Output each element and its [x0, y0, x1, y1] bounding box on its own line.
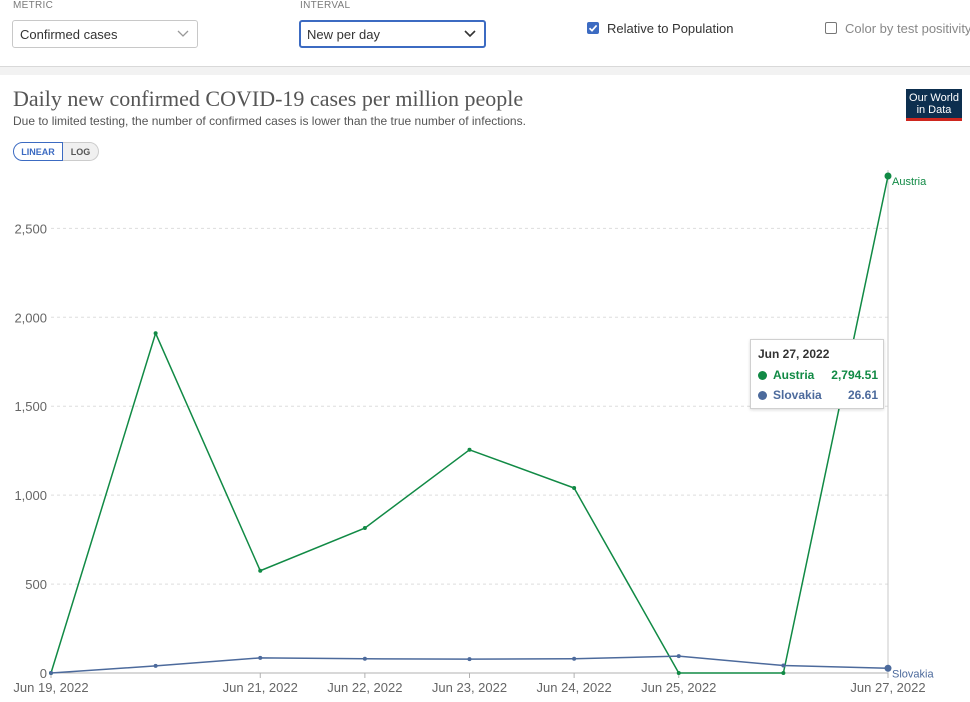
tooltip-series-name: Slovakia [773, 388, 822, 402]
slovakia-dot-icon [758, 391, 767, 400]
data-point-austria [362, 526, 367, 531]
data-point-austria [572, 486, 577, 491]
y-tick-label: 0 [40, 666, 47, 681]
data-point-austria [676, 671, 681, 675]
x-tick-label: Jun 25, 2022 [641, 680, 716, 695]
data-point-slovakia [153, 663, 158, 668]
series-label-slovakia: Slovakia [892, 668, 934, 680]
y-tick-label: 1,500 [14, 399, 47, 414]
data-point-austria [153, 331, 158, 336]
tooltip-date: Jun 27, 2022 [758, 347, 830, 361]
tooltip-series-value: 26.61 [847, 388, 878, 402]
tooltip-series-name: Austria [773, 368, 815, 382]
data-point-slovakia [49, 671, 53, 675]
data-point-austria [467, 447, 472, 452]
data-point-slovakia [258, 655, 263, 660]
data-point-slovakia [676, 654, 681, 659]
data-point-slovakia [572, 656, 577, 661]
austria-dot-icon [758, 371, 767, 380]
y-tick-label: 2,500 [14, 221, 47, 236]
x-tick-label: Jun 23, 2022 [432, 680, 507, 695]
data-point-austria [258, 568, 263, 573]
chart-tooltip: Jun 27, 2022 Austria 2,794.51 Slovakia 2… [750, 339, 884, 409]
y-tick-label: 2,000 [14, 310, 47, 325]
y-tick-label: 500 [25, 577, 47, 592]
x-tick-label: Jun 24, 2022 [537, 680, 612, 695]
data-point-slovakia [467, 657, 472, 662]
x-tick-label: Jun 21, 2022 [223, 680, 298, 695]
x-tick-label: Jun 19, 2022 [13, 680, 88, 695]
data-point-austria [884, 172, 892, 180]
tooltip-series-value: 2,794.51 [831, 368, 878, 382]
x-tick-label: Jun 22, 2022 [327, 680, 402, 695]
data-point-slovakia [884, 664, 892, 672]
y-tick-label: 1,000 [14, 488, 47, 503]
x-tick-label: Jun 27, 2022 [850, 680, 925, 695]
data-point-austria [781, 671, 786, 675]
series-label-austria: Austria [892, 176, 927, 188]
data-point-slovakia [362, 656, 367, 661]
series-line-austria [50, 175, 889, 674]
data-point-slovakia [781, 663, 786, 668]
